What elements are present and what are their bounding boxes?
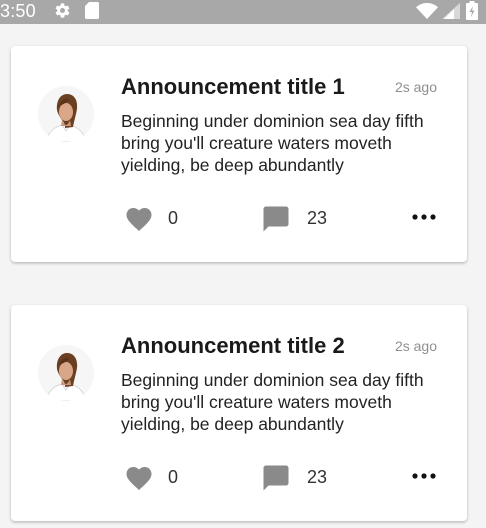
wifi-icon xyxy=(416,3,438,19)
signal-icon xyxy=(442,3,460,19)
avatar[interactable] xyxy=(38,345,94,401)
announcement-title: Announcement title 1 xyxy=(121,74,345,99)
announcement-body: Beginning under dominion sea day fifth b… xyxy=(121,370,424,434)
announcement-time: 2s ago xyxy=(394,79,437,95)
more-icon[interactable] xyxy=(411,208,437,226)
heart-icon[interactable] xyxy=(124,463,154,491)
announcement-time: 2s ago xyxy=(394,338,437,354)
sd-card-icon xyxy=(85,2,99,19)
like-count: 0 xyxy=(168,208,179,228)
announcement-card[interactable]: Announcement title 2 2s ago Beginning un… xyxy=(11,305,467,521)
avatar-image xyxy=(38,345,94,401)
more-icon[interactable] xyxy=(411,467,437,485)
heart-icon[interactable] xyxy=(124,204,154,232)
announcement-title: Announcement title 2 xyxy=(121,333,345,358)
status-bar: 3:50 xyxy=(0,0,486,24)
announcement-body: Beginning under dominion sea day fifth b… xyxy=(121,111,424,175)
comment-icon[interactable] xyxy=(261,463,291,493)
like-count: 0 xyxy=(168,467,179,487)
avatar-image xyxy=(38,86,94,142)
status-time: 3:50 xyxy=(0,1,36,21)
comment-count: 23 xyxy=(307,467,328,487)
comment-icon[interactable] xyxy=(261,204,291,234)
gear-icon xyxy=(55,3,70,18)
battery-icon xyxy=(466,1,478,20)
avatar[interactable] xyxy=(38,86,94,142)
announcement-card[interactable]: Announcement title 1 2s ago Beginning un… xyxy=(11,46,467,262)
comment-count: 23 xyxy=(307,208,328,228)
